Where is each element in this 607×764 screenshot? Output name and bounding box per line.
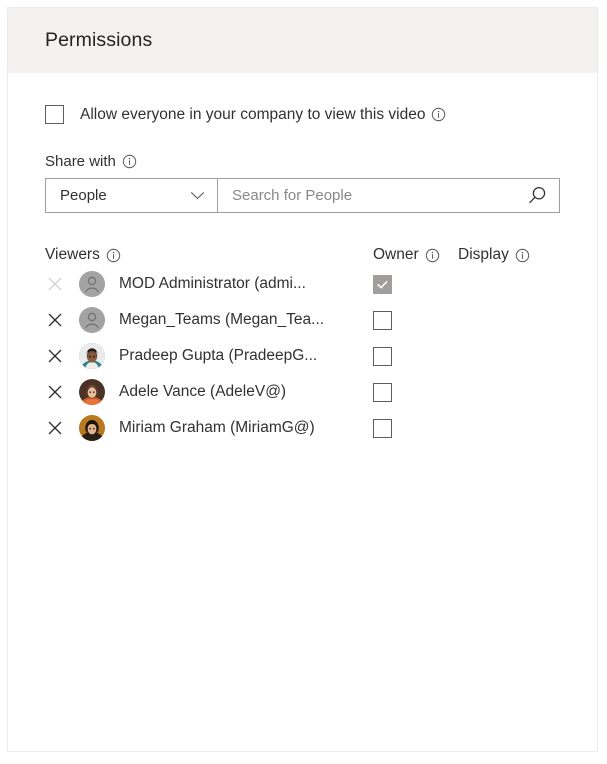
search-input[interactable] [232,187,526,204]
owner-cell [373,382,458,402]
search-icon[interactable] [526,185,548,207]
search-field-wrapper [218,179,559,212]
viewer-cell: Miriam Graham (MiriamG@) [45,415,373,441]
viewer-name: Megan_Teams (Megan_Tea... [119,311,325,328]
table-row: Miriam Graham (MiriamG@) [45,410,560,446]
info-icon[interactable] [122,154,137,169]
viewer-cell: MOD Administrator (admi... [45,271,373,297]
allow-everyone-checkbox[interactable] [45,105,64,124]
owner-cell [373,274,458,294]
column-header-label: Display [458,246,509,263]
avatar [79,271,105,297]
viewer-name: Adele Vance (AdeleV@) [119,383,287,400]
close-icon[interactable] [45,310,65,330]
owner-checkbox [373,274,392,294]
viewer-cell: Adele Vance (AdeleV@) [45,379,373,405]
share-with-type-dropdown[interactable]: People [46,179,218,212]
table-row: Adele Vance (AdeleV@) [45,374,560,410]
viewer-cell: Megan_Teams (Megan_Tea... [45,307,373,333]
column-header-viewers: Viewers [45,246,373,264]
table-row: Pradeep Gupta (PradeepG... [45,338,560,374]
share-with-label-row: Share with [45,153,560,170]
table-row: MOD Administrator (admi... [45,266,560,302]
dropdown-selected-value: People [60,187,107,204]
close-icon[interactable] [45,418,65,438]
viewer-name: Pradeep Gupta (PradeepG... [119,347,318,364]
share-with-label: Share with [45,153,116,170]
owner-cell [373,418,458,438]
owner-checkbox[interactable] [373,310,392,330]
viewer-cell: Pradeep Gupta (PradeepG... [45,343,373,369]
info-icon[interactable] [431,107,446,122]
permissions-panel: Permissions Allow everyone in your compa… [7,7,598,752]
owner-cell [373,310,458,330]
owner-checkbox[interactable] [373,382,392,402]
chevron-down-icon [190,191,205,200]
owner-cell [373,346,458,366]
info-icon[interactable] [515,248,530,263]
avatar [79,307,105,333]
avatar [79,343,105,369]
table-header-row: Viewers Owner Display [45,244,560,266]
owner-checkbox[interactable] [373,346,392,366]
viewer-name: MOD Administrator (admi... [119,275,306,292]
column-header-label: Owner [373,246,419,263]
close-icon [45,274,65,294]
column-header-display: Display [458,246,558,264]
close-icon[interactable] [45,346,65,366]
column-header-label: Viewers [45,246,100,263]
viewer-name: Miriam Graham (MiriamG@) [119,419,315,436]
allow-everyone-label: Allow everyone in your company to view t… [80,105,426,123]
avatar [79,379,105,405]
owner-checkbox[interactable] [373,418,392,438]
table-row: Megan_Teams (Megan_Tea... [45,302,560,338]
panel-body: Allow everyone in your company to view t… [8,105,597,446]
avatar [79,415,105,441]
info-icon[interactable] [106,248,121,263]
page-title: Permissions [45,29,153,51]
close-icon[interactable] [45,382,65,402]
viewers-table: Viewers Owner Display MOD Administrator … [45,244,560,446]
info-icon[interactable] [425,248,440,263]
column-header-owner: Owner [373,246,458,264]
panel-header: Permissions [8,8,597,73]
allow-everyone-row: Allow everyone in your company to view t… [45,105,560,124]
share-controls: People [45,178,560,213]
